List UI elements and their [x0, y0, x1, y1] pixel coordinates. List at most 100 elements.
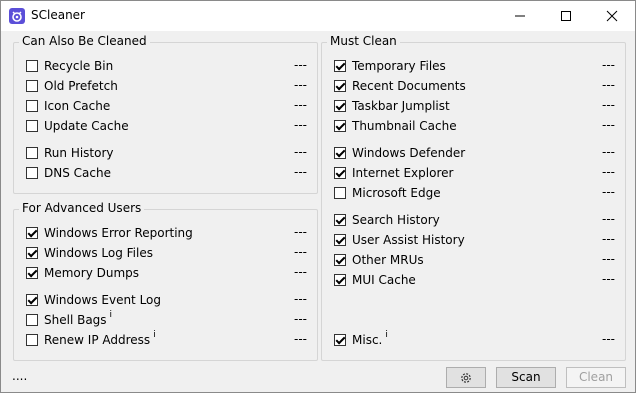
- checkbox[interactable]: [334, 60, 346, 72]
- checkbox-label-text: Taskbar Jumplist: [352, 99, 450, 113]
- checkbox-label: Renew IP Address i: [44, 330, 156, 347]
- checkbox[interactable]: [26, 247, 38, 259]
- checkbox-label: DNS Cache: [44, 166, 111, 180]
- checkbox-item[interactable]: Icon Cache: [26, 97, 110, 115]
- checkbox-label: Thumbnail Cache: [352, 119, 457, 133]
- checkbox-label: Microsoft Edge: [352, 186, 441, 200]
- checkbox[interactable]: [26, 147, 38, 159]
- checkbox-label-text: Thumbnail Cache: [352, 119, 457, 133]
- checkbox[interactable]: [334, 334, 346, 346]
- checkbox-label-text: DNS Cache: [44, 166, 111, 180]
- checkbox[interactable]: [334, 167, 346, 179]
- group-title-advanced: For Advanced Users: [19, 201, 145, 215]
- item-status: ---: [602, 145, 615, 159]
- info-marker[interactable]: i: [153, 330, 156, 340]
- checkbox-item[interactable]: Misc. i: [334, 330, 388, 349]
- item-status: ---: [602, 232, 615, 246]
- checkbox-item[interactable]: Update Cache: [26, 117, 129, 135]
- checkbox[interactable]: [26, 100, 38, 112]
- item-status: ---: [602, 332, 615, 346]
- checkbox[interactable]: [26, 120, 38, 132]
- checkbox-item[interactable]: Run History: [26, 144, 114, 162]
- checkbox-label: Shell Bags i: [44, 310, 113, 327]
- checkbox-label: Icon Cache: [44, 99, 110, 113]
- checkbox-label-text: Old Prefetch: [44, 79, 118, 93]
- checkbox-item[interactable]: DNS Cache: [26, 164, 111, 182]
- item-status: ---: [294, 332, 307, 346]
- checkbox[interactable]: [26, 314, 38, 326]
- checkbox-item[interactable]: Recycle Bin: [26, 57, 113, 75]
- checkbox-label-text: Shell Bags: [44, 313, 107, 327]
- checkbox-label-text: Other MRUs: [352, 253, 424, 267]
- title-bar[interactable]: SCleaner: [1, 1, 635, 31]
- checkbox-label: Windows Log Files: [44, 246, 153, 260]
- checkbox[interactable]: [26, 294, 38, 306]
- group-title-must: Must Clean: [327, 34, 400, 48]
- checkbox[interactable]: [26, 267, 38, 279]
- app-window: SCleaner Can Also Be Cleaned Recycle Bin…: [0, 0, 636, 393]
- checkbox-label-text: Windows Error Reporting: [44, 226, 193, 240]
- minimize-button[interactable]: [497, 1, 543, 31]
- checkbox-item[interactable]: Shell Bags i: [26, 310, 113, 329]
- checkbox[interactable]: [334, 274, 346, 286]
- item-status: ---: [294, 265, 307, 279]
- checkbox-item[interactable]: Renew IP Address i: [26, 330, 156, 349]
- checkbox-item[interactable]: Microsoft Edge: [334, 184, 441, 202]
- checkbox-label: Misc. i: [352, 330, 388, 347]
- checkbox[interactable]: [334, 80, 346, 92]
- minimize-icon: [515, 15, 525, 17]
- checkbox-label: Old Prefetch: [44, 79, 118, 93]
- checkbox[interactable]: [334, 234, 346, 246]
- checkbox[interactable]: [334, 254, 346, 266]
- info-marker[interactable]: i: [110, 310, 113, 320]
- item-status: ---: [294, 58, 307, 72]
- clean-button[interactable]: Clean: [566, 367, 626, 388]
- item-status: ---: [602, 272, 615, 286]
- settings-button[interactable]: [446, 367, 486, 388]
- checkbox-item[interactable]: Temporary Files: [334, 57, 446, 75]
- checkbox[interactable]: [334, 120, 346, 132]
- checkbox-label: User Assist History: [352, 233, 465, 247]
- checkbox-label-text: Temporary Files: [352, 59, 446, 73]
- group-title-also: Can Also Be Cleaned: [19, 34, 150, 48]
- checkbox-item[interactable]: Windows Event Log: [26, 291, 161, 309]
- checkbox-item[interactable]: Old Prefetch: [26, 77, 118, 95]
- checkbox-label-text: Memory Dumps: [44, 266, 140, 280]
- checkbox[interactable]: [334, 214, 346, 226]
- checkbox[interactable]: [26, 227, 38, 239]
- close-button[interactable]: [589, 1, 635, 31]
- checkbox-item[interactable]: Internet Explorer: [334, 164, 453, 182]
- checkbox[interactable]: [334, 147, 346, 159]
- checkbox[interactable]: [26, 80, 38, 92]
- gear-icon: [461, 373, 471, 383]
- checkbox-item[interactable]: Other MRUs: [334, 251, 424, 269]
- checkbox[interactable]: [334, 187, 346, 199]
- item-status: ---: [294, 312, 307, 326]
- checkbox-item[interactable]: MUI Cache: [334, 271, 416, 289]
- item-status: ---: [602, 78, 615, 92]
- close-icon: [606, 10, 618, 22]
- checkbox-item[interactable]: Recent Documents: [334, 77, 466, 95]
- checkbox-label: Search History: [352, 213, 440, 227]
- checkbox-item[interactable]: Memory Dumps: [26, 264, 139, 282]
- checkbox-item[interactable]: Windows Defender: [334, 144, 465, 162]
- maximize-button[interactable]: [543, 1, 589, 31]
- checkbox[interactable]: [334, 100, 346, 112]
- checkbox-label-text: MUI Cache: [352, 273, 416, 287]
- scan-button[interactable]: Scan: [496, 367, 556, 388]
- checkbox[interactable]: [26, 60, 38, 72]
- checkbox-label: MUI Cache: [352, 273, 416, 287]
- checkbox-item[interactable]: Search History: [334, 211, 440, 229]
- checkbox-item[interactable]: Windows Error Reporting: [26, 224, 193, 242]
- item-status: ---: [602, 165, 615, 179]
- checkbox-item[interactable]: Thumbnail Cache: [334, 117, 457, 135]
- checkbox-item[interactable]: Taskbar Jumplist: [334, 97, 450, 115]
- checkbox[interactable]: [26, 167, 38, 179]
- checkbox-item[interactable]: User Assist History: [334, 231, 465, 249]
- checkbox[interactable]: [26, 334, 38, 346]
- checkbox-label-text: Update Cache: [44, 119, 129, 133]
- checkbox-item[interactable]: Windows Log Files: [26, 244, 153, 262]
- checkbox-label: Run History: [44, 146, 114, 160]
- checkbox-label-text: Windows Log Files: [44, 246, 153, 260]
- info-marker[interactable]: i: [385, 330, 388, 340]
